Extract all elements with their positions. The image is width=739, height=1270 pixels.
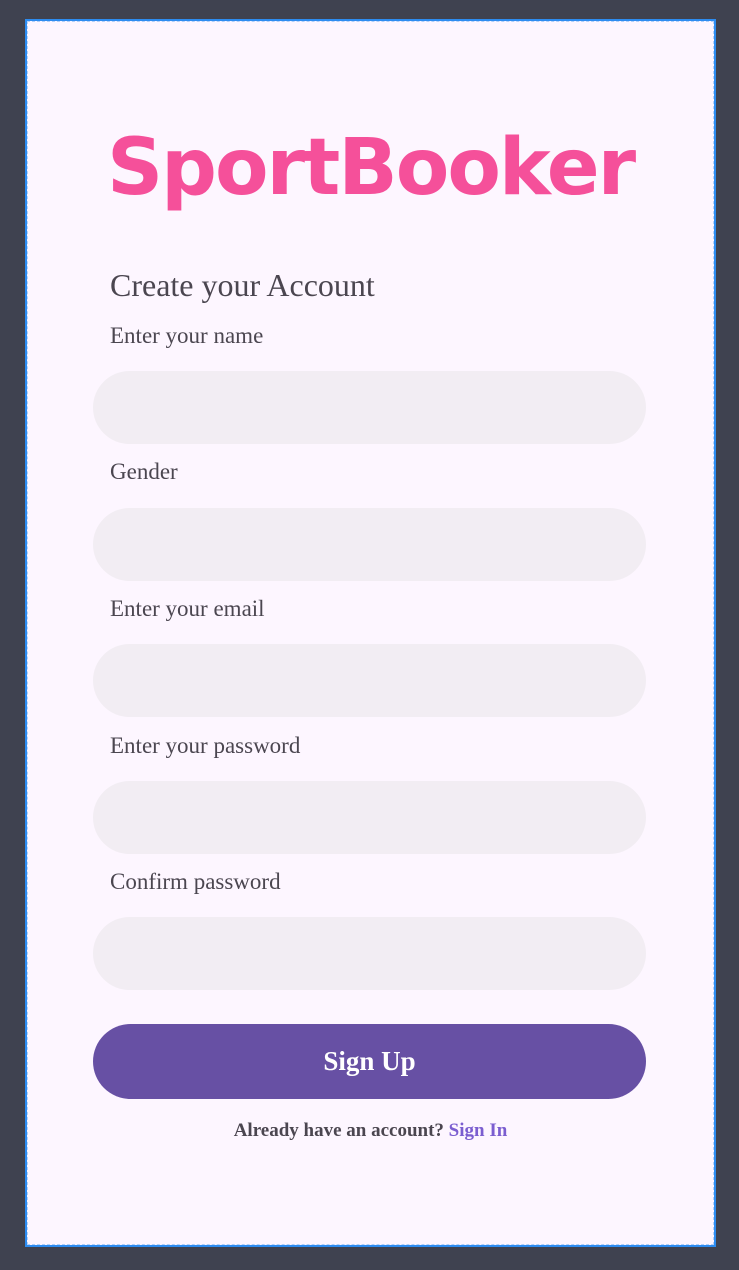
name-input[interactable] [93, 371, 646, 444]
gender-label: Gender [110, 459, 178, 484]
confirm-password-label: Confirm password [110, 869, 281, 894]
email-input[interactable] [93, 644, 646, 717]
gender-input[interactable] [93, 508, 646, 581]
sign-up-button[interactable]: Sign Up [93, 1024, 646, 1099]
app-logo: SportBooker [106, 123, 636, 213]
email-label: Enter your email [110, 596, 265, 621]
password-input[interactable] [93, 781, 646, 854]
sign-in-link[interactable]: Sign In [449, 1120, 508, 1141]
sign-in-prompt: Already have an account? Sign In [27, 1120, 714, 1142]
password-label: Enter your password [110, 733, 301, 758]
name-label: Enter your name [110, 323, 264, 348]
confirm-password-input[interactable] [93, 917, 646, 990]
sign-in-prompt-text: Already have an account? [233, 1120, 444, 1141]
signup-card: SportBooker Create your Account Enter yo… [25, 19, 716, 1247]
page-title: Create your Account [110, 267, 375, 303]
